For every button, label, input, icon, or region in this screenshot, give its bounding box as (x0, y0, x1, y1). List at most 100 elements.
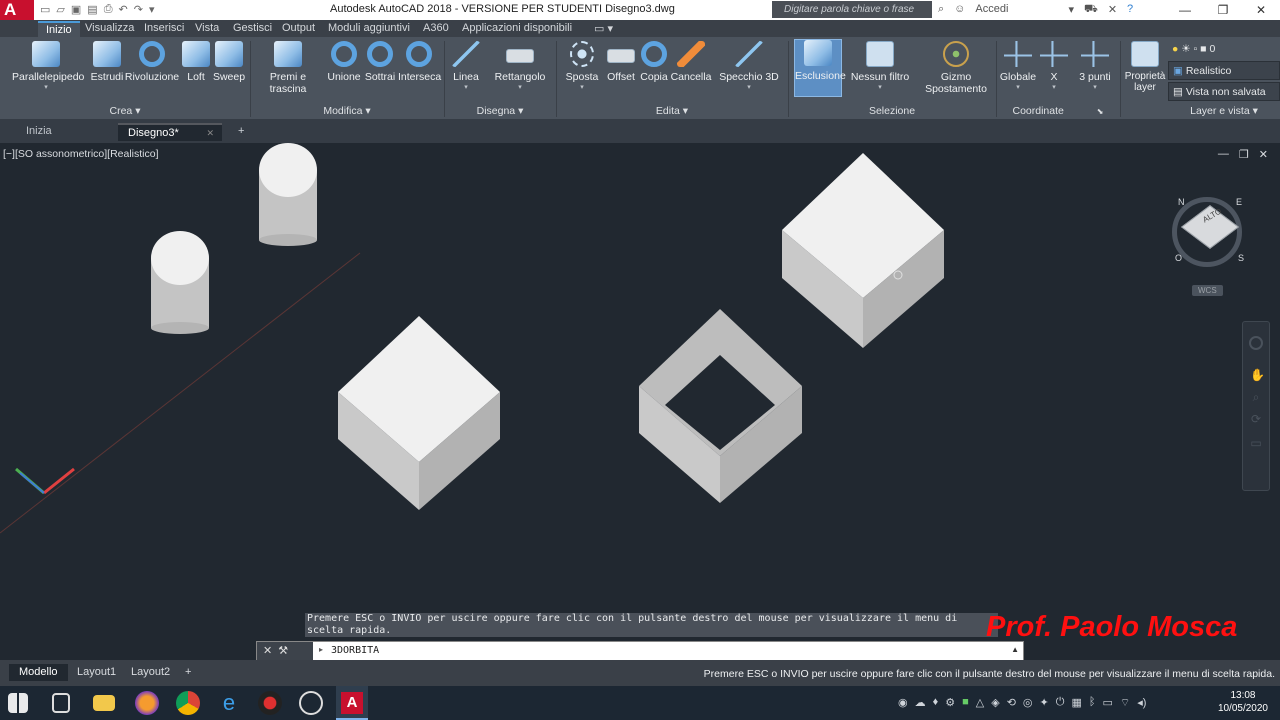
panel-crea[interactable]: Crea ▾ (0, 103, 250, 119)
tab-output[interactable]: Output (282, 22, 315, 34)
viewport-close-icon[interactable]: ✕ (1259, 148, 1268, 161)
bluetooth-icon[interactable]: ᛒ (1089, 696, 1096, 710)
tab-vista[interactable]: Vista (195, 22, 219, 34)
orbit-icon[interactable]: ⟳ (1250, 412, 1262, 426)
lock-icon[interactable]: ▫ (1194, 43, 1198, 55)
sun-icon[interactable]: ☀ (1181, 43, 1190, 55)
system-clock[interactable]: 13:08 10/05/2020 (1218, 689, 1268, 715)
saveas-icon[interactable]: ▤ (87, 3, 97, 16)
rectangle-button[interactable]: Rettangolo ▾ (490, 41, 550, 91)
move-button[interactable]: Sposta ▾ (562, 41, 602, 91)
windows-start-icon[interactable] (8, 693, 28, 713)
copy-button[interactable]: Copia (638, 41, 670, 83)
volume-icon[interactable]: ◂) (1137, 696, 1146, 710)
tab-inserisci[interactable]: Inserisci (144, 22, 184, 34)
viewport-restore-icon[interactable]: ❐ (1239, 148, 1249, 161)
no-filter-button[interactable]: Nessun filtro ▾ (848, 41, 912, 91)
tab-moduli-aggiuntivi[interactable]: Moduli aggiuntivi (328, 22, 410, 34)
erase-button[interactable]: Cancella (670, 41, 712, 83)
calculator-icon[interactable] (52, 693, 70, 713)
panel-layer-e-vista[interactable]: Layer e vista ▾ (1168, 103, 1280, 119)
offset-button[interactable]: Offset (604, 41, 638, 83)
ucs-x-button[interactable]: X ▾ (1040, 41, 1068, 91)
revolve-button[interactable]: Rivoluzione (124, 41, 180, 83)
visual-style-dropdown[interactable]: ▣ Realistico (1168, 61, 1280, 80)
drive-icon[interactable]: △ (976, 696, 984, 710)
wifi-icon[interactable]: ⌔ (1120, 696, 1130, 710)
new-icon[interactable]: ▭ (40, 3, 50, 16)
command-input[interactable]: 3DORBITA (331, 645, 379, 656)
sync-icon[interactable]: ⟲ (1007, 696, 1016, 710)
presspull-button[interactable]: Premi e trascina (252, 41, 324, 95)
line-button[interactable]: Linea ▾ (448, 41, 484, 91)
recorder-icon[interactable] (258, 691, 282, 715)
compass-o[interactable]: O (1175, 253, 1182, 263)
microphone-icon[interactable]: ♦ (933, 696, 939, 710)
showmotion-icon[interactable]: ▭ (1250, 436, 1262, 450)
steering-wheel-icon[interactable] (1249, 336, 1263, 350)
settings-icon[interactable]: ⚙ (945, 696, 955, 710)
union-button[interactable]: Unione (326, 41, 362, 83)
wcs-menu[interactable]: WCS (1192, 285, 1223, 296)
tab-inizio[interactable]: Inizio (38, 21, 80, 38)
box-button[interactable]: Parallelepipedo ▾ (12, 41, 84, 91)
compass-s[interactable]: S (1238, 253, 1244, 263)
lightbulb-icon[interactable]: ● (1172, 43, 1178, 55)
named-view-dropdown[interactable]: ▤ Vista non salvata (1168, 82, 1280, 101)
shield-icon[interactable]: ◈ (991, 696, 999, 710)
cloud-icon[interactable]: ☁ (915, 696, 926, 710)
command-history-toggle-icon[interactable]: ▲ (1011, 645, 1019, 654)
firefox-icon[interactable] (135, 691, 159, 715)
pan-icon[interactable]: ✋ (1250, 368, 1265, 382)
viewcube[interactable]: ALTO N E S O WCS (1166, 191, 1258, 296)
compass-n[interactable]: N (1178, 197, 1185, 207)
layout-tab-layout1[interactable]: Layout1 (67, 664, 126, 681)
tray-app-icon[interactable]: ◉ (898, 696, 908, 710)
extrude-button[interactable]: Estrudi (86, 41, 128, 83)
maximize-button[interactable]: ❐ (1204, 0, 1242, 20)
tab-applicazioni[interactable]: Applicazioni disponibili (462, 22, 572, 34)
layer-properties-button[interactable]: Proprietà layer (1122, 41, 1168, 93)
add-layout-plus-icon[interactable]: + (175, 664, 201, 681)
doc-tab-inizia[interactable]: Inizia (16, 123, 62, 141)
save-icon[interactable]: ▣ (71, 3, 81, 16)
compass-e[interactable]: E (1236, 197, 1242, 207)
culling-button[interactable]: Esclusione (794, 39, 846, 97)
edge-icon[interactable]: e (217, 691, 241, 715)
search-input[interactable]: Digitare parola chiave o frase (772, 1, 932, 18)
exchange-icon[interactable]: ✕ (1108, 3, 1117, 17)
green-app-icon[interactable]: ■ (962, 696, 969, 710)
tab-visualizza[interactable]: Visualizza (85, 22, 134, 34)
ribbon-display-toggle-icon[interactable]: ▭ ▾ (594, 22, 613, 35)
file-explorer-icon[interactable] (93, 695, 115, 711)
panel-modifica[interactable]: Modifica ▾ (250, 103, 444, 119)
drawing-viewport[interactable]: [−][SO assonometrico][Realistico] — ❐ ✕ … (0, 143, 1280, 661)
loft-button[interactable]: Loft (182, 41, 210, 83)
redo-icon[interactable]: ↷ (134, 3, 143, 16)
cart-icon[interactable]: ⛟ (1084, 3, 1098, 17)
layout-tab-layout2[interactable]: Layout2 (121, 664, 180, 681)
subtract-button[interactable]: Sottrai (362, 41, 398, 83)
signin-dropdown-icon[interactable]: ▾ (1068, 3, 1074, 17)
gizmo-button[interactable]: Gizmo Spostamento (920, 41, 992, 95)
autocad-taskbar-button[interactable]: A (336, 686, 368, 720)
help-icon[interactable]: ? (1127, 3, 1133, 17)
user-icon[interactable]: ☺ (954, 3, 965, 17)
panel-coordinate[interactable]: Coordinate ⬊ (996, 103, 1120, 119)
navigation-bar[interactable]: ✋ ⌕ ⟳ ▭ (1242, 321, 1270, 491)
tab-a360[interactable]: A360 (423, 22, 449, 34)
print-icon[interactable]: ⎙ (104, 3, 113, 16)
panel-disegna[interactable]: Disegna ▾ (444, 103, 556, 119)
close-button[interactable]: ✕ (1242, 0, 1280, 20)
sweep-button[interactable]: Sweep (212, 41, 246, 83)
minimize-button[interactable]: — (1166, 0, 1204, 20)
layout-tab-modello[interactable]: Modello (9, 664, 68, 681)
doc-tab-disegno3[interactable]: Disegno3* ✕ (118, 123, 222, 141)
tab-gestisci[interactable]: Gestisci (233, 22, 272, 34)
autocad-logo-icon[interactable]: A (0, 0, 34, 20)
layer-row[interactable]: ● ☀ ▫ ■ 0 (1168, 40, 1280, 59)
close-tab-icon[interactable]: ✕ (206, 125, 214, 141)
obs-icon[interactable] (299, 691, 323, 715)
steam-icon[interactable]: ◎ (1023, 696, 1033, 710)
ucs-world-button[interactable]: Globale ▾ (998, 41, 1038, 91)
